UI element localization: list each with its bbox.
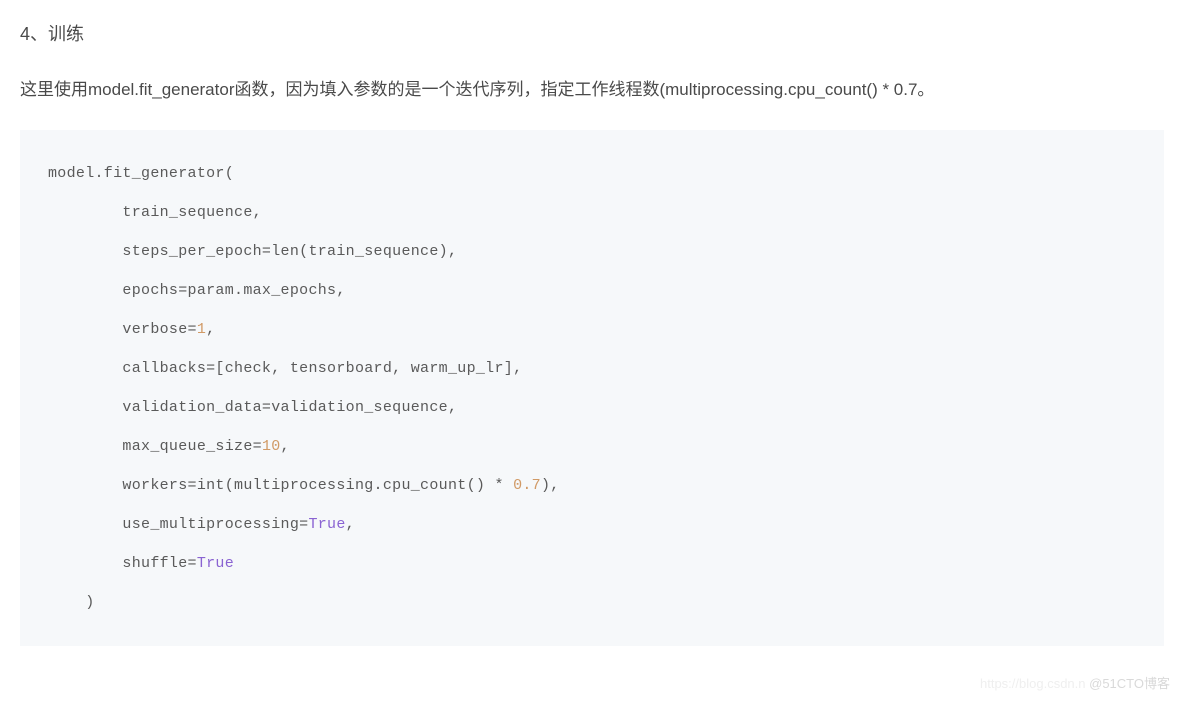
- watermark: https://blog.csdn.n @51CTO博客: [980, 673, 1170, 692]
- code-block: model.fit_generator( train_sequence, ste…: [20, 130, 1164, 646]
- code-text: ,: [281, 438, 290, 455]
- code-line: epochs=param.max_epochs,: [48, 282, 346, 299]
- code-text: ),: [541, 477, 560, 494]
- code-boolean: True: [308, 516, 345, 533]
- code-line: verbose=: [48, 321, 197, 338]
- code-line: ): [48, 594, 95, 611]
- watermark-faint: https://blog.csdn.n: [980, 676, 1086, 691]
- code-boolean: True: [197, 555, 234, 572]
- code-line: train_sequence,: [48, 204, 262, 221]
- code-number: 0.7: [513, 477, 541, 494]
- code-text: ,: [346, 516, 355, 533]
- code-line: shuffle=: [48, 555, 197, 572]
- section-description: 这里使用model.fit_generator函数，因为填入参数的是一个迭代序列…: [20, 74, 1164, 106]
- section-heading: 4、训练: [20, 20, 1164, 46]
- code-line: validation_data=validation_sequence,: [48, 399, 457, 416]
- code-line: callbacks=[check, tensorboard, warm_up_l…: [48, 360, 522, 377]
- code-number: 10: [262, 438, 281, 455]
- code-line: steps_per_epoch=len(train_sequence),: [48, 243, 457, 260]
- code-line: workers=int(multiprocessing.cpu_count() …: [48, 477, 513, 494]
- code-text: ,: [206, 321, 215, 338]
- code-line: model.fit_generator(: [48, 165, 234, 182]
- code-line: use_multiprocessing=: [48, 516, 308, 533]
- code-line: max_queue_size=: [48, 438, 262, 455]
- watermark-main: @51CTO博客: [1089, 676, 1170, 691]
- code-number: 1: [197, 321, 206, 338]
